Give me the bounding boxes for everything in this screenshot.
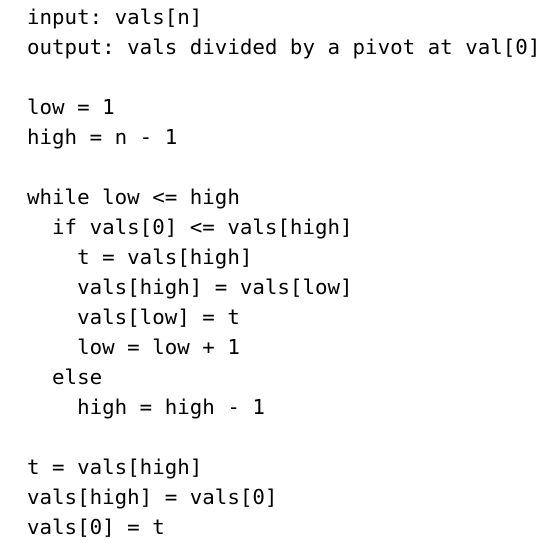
code-line: vals[high] = vals[0] [27, 485, 278, 509]
code-line: while low <= high [27, 185, 240, 209]
code-line: t = vals[high] [27, 245, 253, 269]
code-line: high = high - 1 [27, 395, 265, 419]
code-line: else [27, 365, 103, 389]
code-line: vals[high] = vals[low] [27, 275, 353, 299]
code-line: vals[low] = t [27, 305, 240, 329]
code-line: input: vals[n] [27, 5, 203, 29]
code-line: vals[0] = t [27, 515, 165, 539]
code-line: low = low + 1 [27, 335, 240, 359]
pseudocode-listing: input: vals[n] output: vals divided by a … [0, 0, 553, 546]
code-line: low = 1 [27, 95, 115, 119]
code-line: t = vals[high] [27, 455, 203, 479]
code-line: output: vals divided by a pivot at val[0… [27, 35, 541, 59]
code-line: high = n - 1 [27, 125, 178, 149]
code-line: if vals[0] <= vals[high] [27, 215, 353, 239]
